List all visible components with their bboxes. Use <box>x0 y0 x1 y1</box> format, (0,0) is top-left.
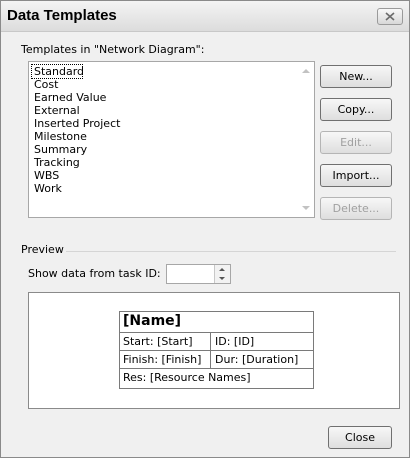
template-item[interactable]: External <box>32 104 292 117</box>
preview-divider <box>66 251 396 252</box>
import-button[interactable]: Import... <box>320 164 392 187</box>
task-id-spinner[interactable] <box>166 264 231 284</box>
card-start-field: Start: [Start] <box>123 335 193 348</box>
templates-listbox[interactable]: Standard Cost Earned Value External Inserted… <box>28 61 315 218</box>
data-templates-dialog: Data Templates Templates in "Network Dia… <box>0 0 410 458</box>
scroll-up-icon[interactable] <box>302 69 310 73</box>
close-button[interactable]: Close <box>328 426 392 449</box>
spin-up-icon[interactable] <box>219 268 225 271</box>
preview-section-label: Preview <box>21 243 64 256</box>
template-item[interactable]: Inserted Project <box>32 117 292 130</box>
template-item[interactable]: Milestone <box>32 130 292 143</box>
card-duration-field: Dur: [Duration] <box>215 353 299 366</box>
card-name-field: [Name] <box>123 313 182 329</box>
new-button[interactable]: New... <box>320 65 392 88</box>
template-item[interactable]: WBS <box>32 169 292 182</box>
template-item[interactable]: Work <box>32 182 292 195</box>
templates-list: Standard Cost Earned Value External Inserted… <box>31 64 292 195</box>
template-item[interactable]: Cost <box>32 78 292 91</box>
card-finish-field: Finish: [Finish] <box>123 353 202 366</box>
show-data-label: Show data from task ID: <box>28 267 161 280</box>
templates-scrollbar[interactable] <box>297 62 314 217</box>
scroll-down-icon[interactable] <box>302 206 310 210</box>
edit-button[interactable]: Edit... <box>320 131 392 154</box>
spin-down-icon[interactable] <box>219 277 225 280</box>
card-id-field: ID: [ID] <box>215 335 255 348</box>
template-item[interactable]: Tracking <box>32 156 292 169</box>
template-item[interactable]: Earned Value <box>32 91 292 104</box>
title-bar: Data Templates <box>1 1 409 32</box>
template-item[interactable]: Summary <box>32 143 292 156</box>
templates-label: Templates in "Network Diagram": <box>21 43 205 56</box>
card-resource-field: Res: [Resource Names] <box>123 371 251 384</box>
copy-button[interactable]: Copy... <box>320 98 392 121</box>
spinner-buttons <box>214 265 230 283</box>
close-window-button[interactable] <box>377 8 403 25</box>
node-preview-card: [Name] Start: [Start] ID: [ID] Finish: [… <box>119 311 314 389</box>
template-item[interactable]: Standard <box>31 64 84 79</box>
close-icon <box>385 12 395 21</box>
delete-button[interactable]: Delete... <box>320 197 392 220</box>
preview-pane: [Name] Start: [Start] ID: [ID] Finish: [… <box>28 292 400 409</box>
dialog-title: Data Templates <box>7 7 117 24</box>
